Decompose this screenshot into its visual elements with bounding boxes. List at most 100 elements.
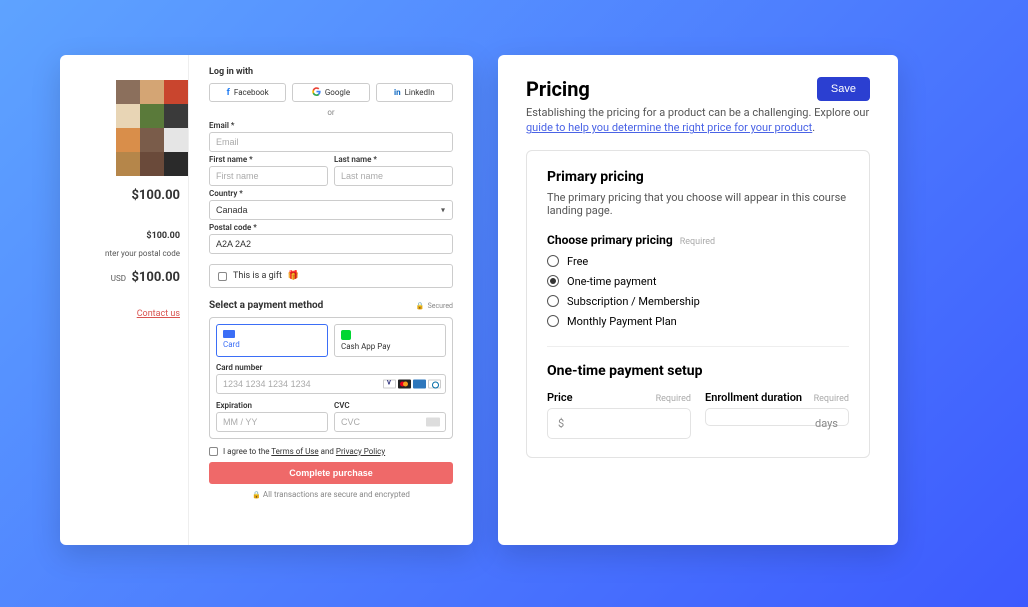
choose-pricing-label: Choose primary pricing Required [547, 233, 849, 247]
gift-icon [288, 271, 299, 281]
gift-label: This is a gift [233, 271, 282, 281]
radio-icon [547, 255, 559, 267]
thumb [164, 128, 188, 152]
login-facebook-button[interactable]: f Facebook [209, 83, 286, 102]
pricing-settings-card: Pricing Save Establishing the pricing fo… [498, 55, 898, 545]
last-name-label: Last name * [334, 155, 453, 164]
lock-icon [416, 302, 425, 310]
payment-option-cashapp[interactable]: Cash App Pay [334, 324, 446, 357]
required-tag: Required [814, 394, 849, 404]
checkout-form: Log in with f Facebook Google in LinkedI… [188, 55, 473, 545]
country-label: Country * [209, 189, 453, 198]
login-google-button[interactable]: Google [292, 83, 369, 102]
thumb [116, 104, 140, 128]
duration-label: Enrollment duration [705, 391, 802, 404]
first-name-label: First name * [209, 155, 328, 164]
pricing-option-subscription[interactable]: Subscription / Membership [547, 295, 849, 308]
secure-note: All transactions are secure and encrypte… [209, 490, 453, 499]
price-input[interactable]: $ [547, 408, 691, 439]
subtotal: $100.00 [60, 231, 188, 241]
payment-option-card[interactable]: Card [216, 324, 328, 357]
thumb [116, 80, 140, 104]
email-label: Email * [209, 121, 453, 130]
line-price: $100.00 [60, 188, 188, 203]
mastercard-icon [398, 380, 411, 389]
radio-icon [547, 275, 559, 287]
radio-icon [547, 315, 559, 327]
thumb [164, 152, 188, 176]
page-title: Pricing [526, 77, 590, 101]
social-label: LinkedIn [405, 88, 435, 97]
thumb [140, 152, 164, 176]
pricing-option-monthly[interactable]: Monthly Payment Plan [547, 315, 849, 328]
card-brand-icons [383, 380, 441, 389]
checkout-preview-card: rning $100.00 $100.00 nter [60, 55, 473, 545]
currency-label: USD [111, 274, 126, 283]
panel-subtitle: The primary pricing that you choose will… [547, 191, 849, 217]
cvc-hint-icon [426, 418, 440, 427]
pricing-guide-link[interactable]: guide to help you determine the right pr… [526, 121, 812, 134]
total-amount: $100.00 [131, 270, 180, 285]
card-number-label: Card number [216, 363, 446, 372]
pricing-option-free[interactable]: Free [547, 255, 849, 268]
gift-checkbox[interactable] [218, 272, 227, 281]
thumb [116, 128, 140, 152]
social-label: Google [325, 88, 350, 97]
expiration-label: Expiration [216, 401, 328, 410]
pricing-option-one-time[interactable]: One-time payment [547, 275, 849, 288]
product-title-partial: rning [60, 63, 188, 76]
facebook-icon: f [227, 88, 230, 98]
postal-label: Postal code * [209, 223, 453, 232]
expiration-field[interactable] [216, 412, 328, 432]
card-icon [223, 330, 235, 338]
lock-icon [252, 490, 261, 499]
radio-icon [547, 295, 559, 307]
cvc-label: CVC [334, 401, 446, 410]
social-label: Facebook [234, 88, 269, 97]
thumb [140, 128, 164, 152]
save-button[interactable]: Save [817, 77, 870, 101]
product-summary-sliver: rning $100.00 $100.00 nter [60, 55, 188, 545]
terms-link[interactable]: Terms of Use [271, 447, 318, 456]
agree-checkbox[interactable] [209, 447, 218, 456]
pricing-description: Establishing the pricing for a product c… [526, 105, 870, 136]
visa-icon [383, 380, 396, 389]
days-suffix: days [815, 417, 838, 430]
email-field[interactable] [209, 132, 453, 152]
postal-hint-partial: nter your postal code [60, 249, 188, 258]
thumb [140, 80, 164, 104]
thumb [116, 152, 140, 176]
country-select[interactable] [209, 200, 453, 220]
setup-title: One-time payment setup [547, 363, 849, 379]
amex-icon [413, 380, 426, 389]
cashapp-icon [341, 330, 351, 340]
product-thumbnails [116, 80, 188, 176]
total-row: USD $100.00 [60, 270, 188, 285]
gift-checkbox-row[interactable]: This is a gift [209, 264, 453, 288]
duration-input[interactable]: days [705, 408, 849, 426]
thumb [164, 80, 188, 104]
primary-pricing-panel: Primary pricing The primary pricing that… [526, 150, 870, 458]
complete-purchase-button[interactable]: Complete purchase [209, 462, 453, 484]
first-name-field[interactable] [209, 166, 328, 186]
currency-prefix: $ [558, 417, 564, 430]
required-tag: Required [656, 394, 691, 404]
privacy-link[interactable]: Privacy Policy [336, 447, 385, 456]
login-linkedin-button[interactable]: in LinkedIn [376, 83, 453, 102]
contact-us-link[interactable]: Contact us [60, 309, 188, 319]
agree-terms-row: I agree to the Terms of Use and Privacy … [209, 447, 453, 456]
postal-field[interactable] [209, 234, 453, 254]
or-divider: or [209, 108, 453, 117]
google-icon [312, 87, 321, 98]
thumb [164, 104, 188, 128]
linkedin-icon: in [394, 88, 401, 97]
login-with-label: Log in with [209, 67, 453, 77]
pricing-radio-group: Free One-time payment Subscription / Mem… [547, 255, 849, 328]
price-label: Price [547, 391, 573, 404]
thumb [140, 104, 164, 128]
panel-title: Primary pricing [547, 169, 849, 185]
last-name-field[interactable] [334, 166, 453, 186]
divider [547, 346, 849, 347]
payment-method-box: Card Cash App Pay Card number [209, 317, 453, 439]
secured-badge: Secured [416, 302, 453, 310]
